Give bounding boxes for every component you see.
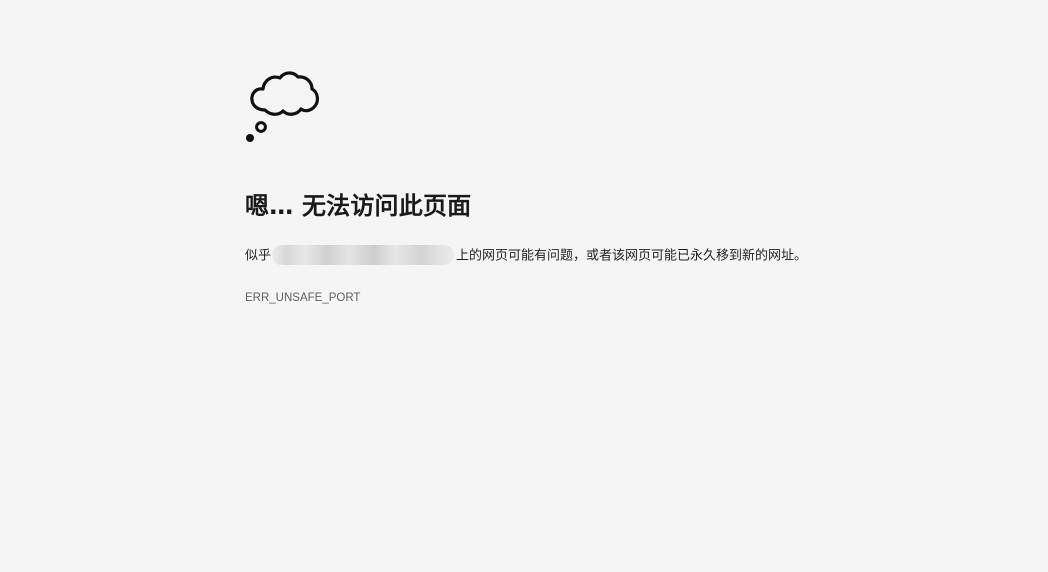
message-suffix: 上的网页可能有问题，或者该网页可能已永久移到新的网址。 bbox=[456, 248, 808, 264]
error-title: 嗯… 无法访问此页面 bbox=[245, 192, 472, 220]
error-code: ERR_UNSAFE_PORT bbox=[245, 292, 361, 304]
browser-error-page: { "icon": "thought-cloud-icon", "colors"… bbox=[0, 0, 1048, 572]
redacted-host bbox=[272, 245, 455, 265]
error-message: 似乎 上的网页可能有问题，或者该网页可能已永久移到新的网址。 bbox=[245, 245, 807, 268]
message-prefix: 似乎 bbox=[245, 248, 272, 264]
error-content: 嗯… 无法访问此页面 似乎 上的网页可能有问题，或者该网页可能已永久移到新的网址。… bbox=[245, 68, 945, 304]
thought-cloud-icon bbox=[246, 71, 319, 142]
